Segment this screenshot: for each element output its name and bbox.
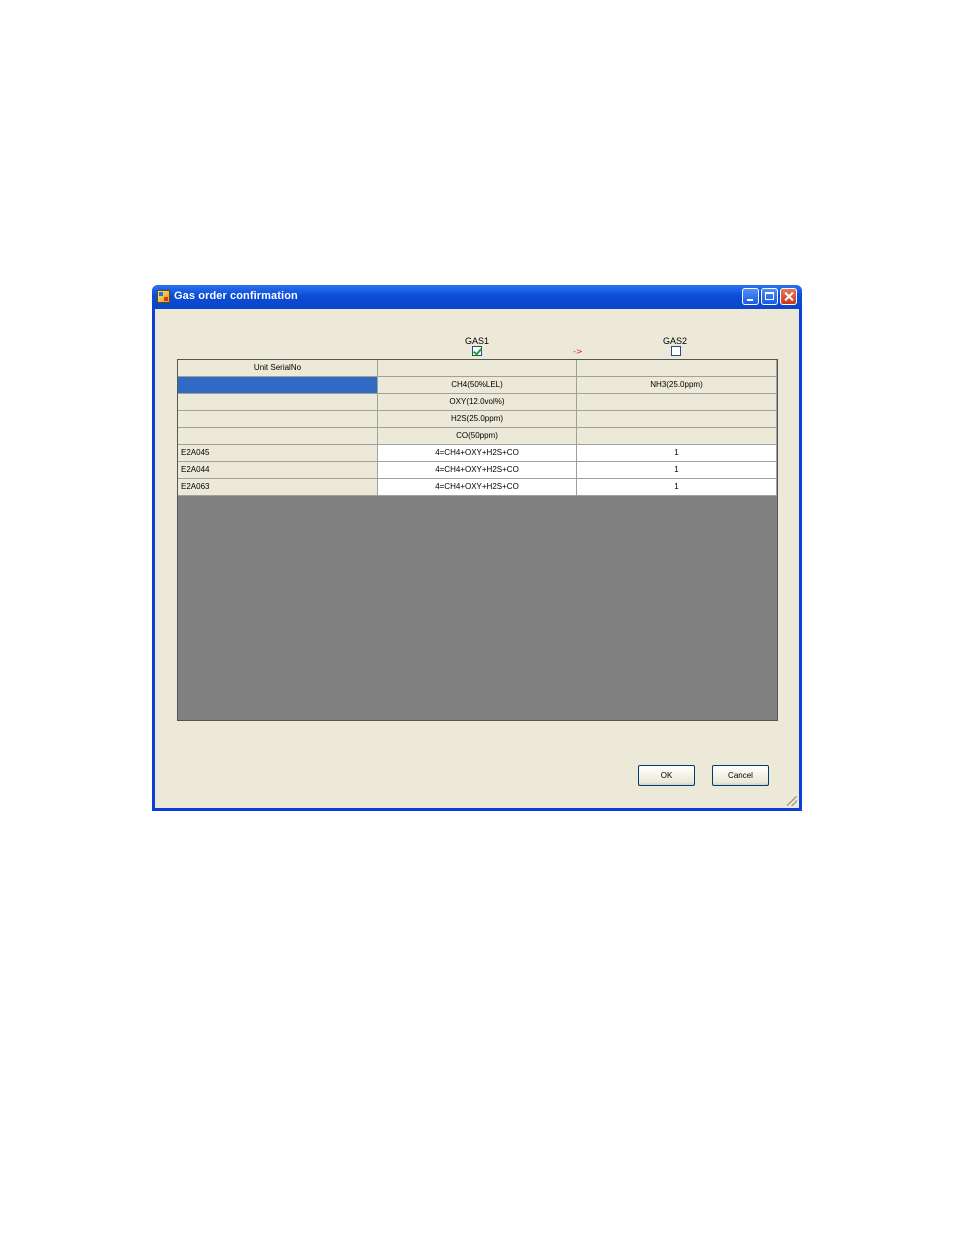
gas-cell[interactable]: OXY(12.0vol%) (378, 394, 577, 411)
row-header-selected[interactable] (178, 377, 378, 394)
gas1-checkbox[interactable] (472, 346, 482, 356)
row-header[interactable] (178, 394, 378, 411)
ok-button[interactable]: OK (638, 765, 695, 786)
gas-cell[interactable]: CO(50ppm) (378, 428, 577, 445)
unit-gas-combo-cell[interactable]: 4=CH4+OXY+H2S+CO (378, 462, 577, 479)
minimize-button[interactable] (742, 288, 759, 305)
close-button[interactable] (780, 288, 797, 305)
row-header[interactable] (178, 428, 378, 445)
cancel-button[interactable]: Cancel (712, 765, 769, 786)
arrow-mark: -> (573, 347, 583, 356)
gas-cell[interactable] (577, 394, 777, 411)
unit-gas-combo-cell[interactable]: 4=CH4+OXY+H2S+CO (378, 479, 577, 496)
row-header[interactable] (178, 411, 378, 428)
resize-grip-icon[interactable] (787, 796, 797, 806)
column-header-unit-serial[interactable]: Unit SerialNo (178, 360, 378, 377)
unit-order-cell[interactable]: 1 (577, 445, 777, 462)
window-title: Gas order confirmation (174, 290, 298, 302)
gas-cell[interactable]: H2S(25.0ppm) (378, 411, 577, 428)
unit-order-cell[interactable]: 1 (577, 462, 777, 479)
gas-cell[interactable] (577, 411, 777, 428)
app-icon (157, 290, 170, 303)
gas-cell[interactable]: CH4(50%LEL) (378, 377, 577, 394)
gas-order-window: Gas order confirmation GAS1 -> GAS2 Unit… (152, 285, 802, 811)
unit-gas-combo-cell[interactable]: 4=CH4+OXY+H2S+CO (378, 445, 577, 462)
unit-serial-cell[interactable]: E2A044 (178, 462, 378, 479)
unit-serial-cell[interactable]: E2A045 (178, 445, 378, 462)
title-bar[interactable]: Gas order confirmation (152, 285, 802, 309)
column-header-gas2[interactable] (577, 360, 777, 377)
gas-cell[interactable] (577, 428, 777, 445)
unit-order-cell[interactable]: 1 (577, 479, 777, 496)
maximize-button[interactable] (761, 288, 778, 305)
gas1-label: GAS1 (465, 336, 490, 346)
gas2-label: GAS2 (663, 336, 688, 346)
dialog-client-area: GAS1 -> GAS2 Unit SerialNo CH4(50%LEL) N… (155, 309, 799, 808)
column-header-gas1[interactable] (378, 360, 577, 377)
gas-order-grid[interactable]: Unit SerialNo CH4(50%LEL) NH3(25.0ppm) O… (177, 359, 778, 721)
unit-serial-cell[interactable]: E2A063 (178, 479, 378, 496)
gas2-checkbox[interactable] (671, 346, 681, 356)
gas-cell[interactable]: NH3(25.0ppm) (577, 377, 777, 394)
